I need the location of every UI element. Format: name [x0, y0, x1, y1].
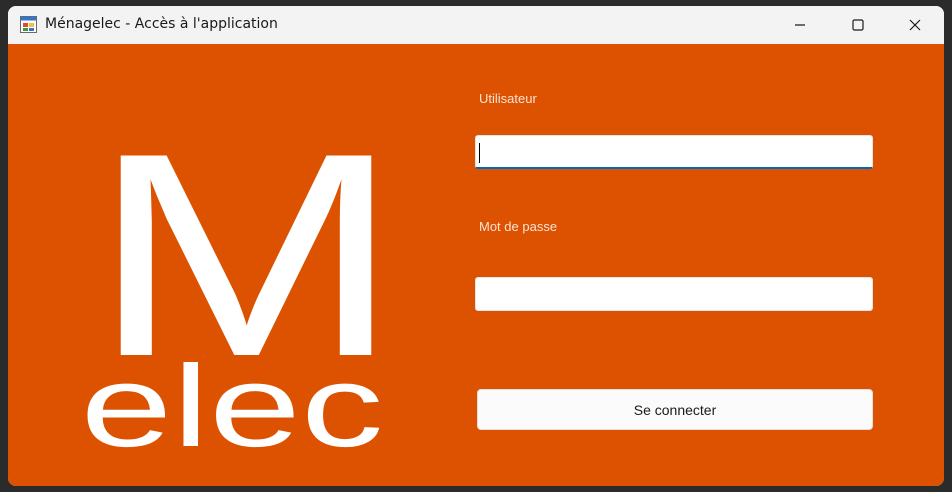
close-button[interactable] [886, 6, 944, 44]
username-label: Utilisateur [479, 91, 537, 106]
title-bar[interactable]: Ménagelec - Accès à l'application [8, 6, 944, 44]
window-title: Ménagelec - Accès à l'application [45, 16, 278, 32]
connect-button-label: Se connecter [633, 401, 717, 418]
menagelec-logo: M elec [81, 93, 403, 471]
minimize-icon [795, 24, 805, 26]
minimize-button[interactable] [771, 6, 829, 44]
text-caret [479, 143, 480, 163]
close-icon [909, 19, 921, 31]
logo-word: elec [81, 341, 384, 471]
application-icon [20, 16, 37, 33]
password-input[interactable] [475, 277, 873, 311]
maximize-button[interactable] [829, 6, 887, 44]
connect-button[interactable]: Se connecter [477, 389, 873, 430]
login-panel: M elec Utilisateur Mot de passe Se conne… [8, 44, 944, 486]
app-window: Ménagelec - Accès à l'application M elec… [8, 6, 944, 486]
maximize-icon [852, 19, 864, 31]
password-label: Mot de passe [479, 219, 558, 234]
username-input[interactable] [475, 135, 873, 169]
